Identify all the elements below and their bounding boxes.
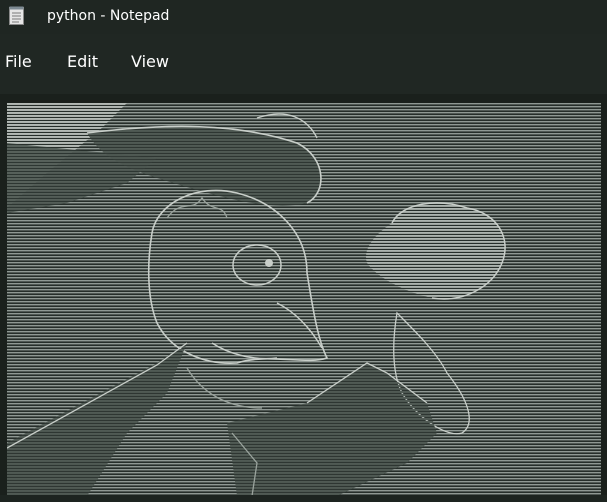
menu-bar: File Edit View bbox=[0, 34, 607, 94]
ascii-art-rendering bbox=[7, 103, 601, 496]
document-text-area[interactable] bbox=[7, 103, 601, 496]
menu-edit[interactable]: Edit bbox=[66, 52, 99, 72]
title-bar: python - Notepad bbox=[0, 0, 607, 34]
notepad-icon bbox=[9, 6, 24, 25]
window-title: python - Notepad bbox=[47, 8, 170, 24]
menu-view[interactable]: View bbox=[130, 52, 170, 72]
notepad-window: python - Notepad File Edit View bbox=[0, 0, 607, 502]
text-editor[interactable] bbox=[0, 94, 607, 502]
status-strip bbox=[0, 495, 607, 502]
menu-file[interactable]: File bbox=[4, 52, 33, 72]
